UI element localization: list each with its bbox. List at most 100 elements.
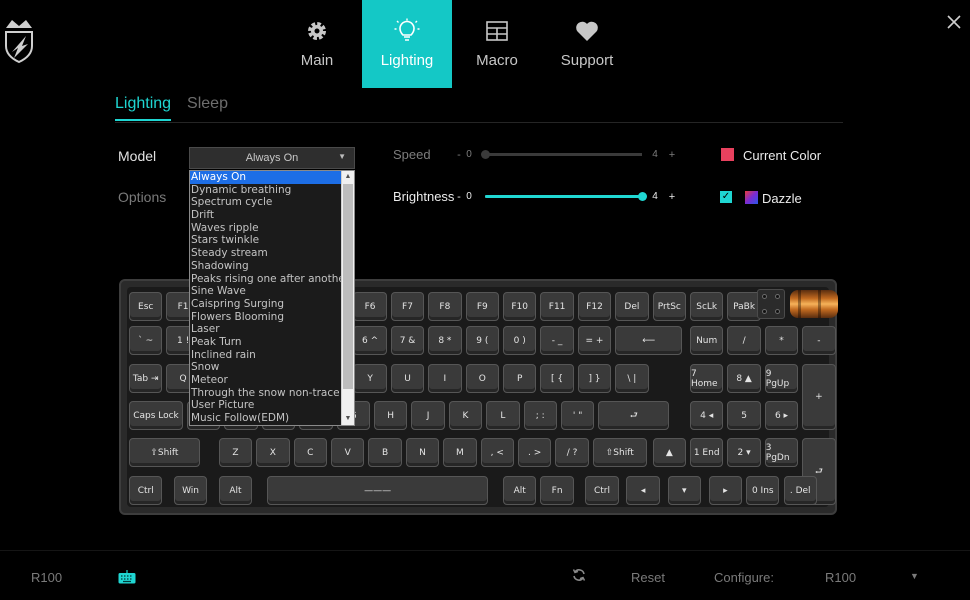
speed-slider-handle[interactable] [481,150,490,159]
speed-increase-button[interactable]: + [666,149,678,161]
key[interactable]: [ { [540,364,574,393]
subtab-sleep[interactable]: Sleep [187,95,228,121]
scroll-up-icon[interactable]: ▲ [342,171,354,183]
key[interactable]: K [448,401,483,430]
key[interactable]: 0 Ins [746,476,780,505]
key[interactable]: ▲ [652,438,686,467]
key[interactable]: ` ~ [129,326,163,355]
dropdown-option[interactable]: Inclined rain [190,349,341,362]
dropdown-option[interactable]: Spectrum cycle [190,196,341,209]
tab-macro[interactable]: Macro [452,0,542,88]
dropdown-option[interactable]: Always On [190,171,341,184]
key[interactable]: X [256,438,290,467]
key[interactable]: O [465,364,499,393]
dropdown-option[interactable]: Peaks rising one after another [190,273,349,286]
key[interactable]: Del [615,292,649,321]
dropdown-option[interactable]: Stars twinkle [190,234,341,247]
dropdown-option[interactable]: Peak Turn [190,336,341,349]
key[interactable]: Z [218,438,253,467]
key[interactable]: F8 [428,292,462,321]
dropdown-option[interactable]: Meteor [190,374,341,387]
dropdown-option[interactable]: Through the snow non-trace [190,387,341,400]
key[interactable]: / [727,326,761,355]
close-icon[interactable] [944,12,964,32]
key[interactable]: H [373,401,408,430]
key[interactable]: 3 PgDn [764,438,799,467]
tab-lighting[interactable]: Lighting [362,0,452,88]
key[interactable]: . > [517,438,552,467]
key[interactable]: Esc [129,292,163,321]
key[interactable]: Y [353,364,387,393]
key[interactable]: 2 ▾ [727,438,761,467]
dropdown-option[interactable]: Sine Wave [190,285,341,298]
key[interactable]: 8 ▲ [727,364,761,393]
key[interactable]: 5 [727,401,761,430]
dropdown-option[interactable]: Flowers Blooming [190,311,341,324]
key[interactable]: Alt [218,476,253,505]
key[interactable]: M [443,438,477,467]
key[interactable]: ◂ [626,476,660,505]
key[interactable]: 1 End [690,438,724,467]
key[interactable]: 0 ) [503,326,537,355]
key[interactable]: B [368,438,402,467]
key[interactable]: 7 & [390,326,425,355]
refresh-icon[interactable] [572,568,586,582]
key[interactable]: Ctrl [129,476,163,505]
key[interactable]: F7 [390,292,425,321]
key[interactable]: F6 [353,292,387,321]
key[interactable]: Ctrl [585,476,619,505]
key[interactable]: 6 ^ [353,326,387,355]
keyboard-icon[interactable] [118,570,136,584]
key[interactable]: + [802,364,836,430]
reset-button[interactable]: Reset [631,570,665,585]
brightness-slider-handle[interactable] [638,192,647,201]
key[interactable]: F10 [503,292,537,321]
tab-support[interactable]: Support [542,0,632,88]
key[interactable]: Win [173,476,208,505]
dazzle-checkbox[interactable]: ✓ [720,191,732,203]
key[interactable]: 7 Home [690,364,724,393]
key[interactable]: ▾ [667,476,701,505]
key[interactable]: ' " [560,401,595,430]
model-select[interactable]: Always On ▼ [189,147,355,169]
dropdown-option[interactable]: Caispring Surging [190,298,341,311]
key[interactable]: - _ [540,326,574,355]
key[interactable]: - [802,326,836,355]
key[interactable]: ▸ [708,476,743,505]
dropdown-option[interactable]: Snow [190,361,341,374]
key[interactable]: ——— [267,476,488,505]
key[interactable]: Fn [540,476,574,505]
key[interactable]: F12 [577,292,612,321]
key[interactable]: \ | [615,364,649,393]
brightness-slider[interactable] [485,192,647,201]
scrollbar-thumb[interactable] [343,184,353,389]
volume-roller[interactable] [790,290,838,318]
key[interactable]: ] } [577,364,612,393]
key[interactable]: PaBk [727,292,761,321]
key[interactable]: = + [577,326,612,355]
key[interactable]: L [486,401,520,430]
key[interactable]: F11 [540,292,574,321]
model-dropdown[interactable]: Always On Dynamic breathing Spectrum cycle… [189,170,355,426]
key[interactable]: , < [480,438,514,467]
speed-decrease-button[interactable]: - [453,149,465,161]
dropdown-option[interactable]: Laser [190,323,341,336]
key[interactable]: U [390,364,425,393]
key[interactable]: / ? [555,438,589,467]
key[interactable]: PrtSc [652,292,686,321]
key[interactable]: ; : [523,401,557,430]
brightness-increase-button[interactable]: + [666,191,678,203]
key[interactable]: I [428,364,462,393]
key[interactable]: Num [690,326,724,355]
dropdown-option[interactable]: Waves ripple [190,222,341,235]
chevron-down-icon[interactable]: ▼ [910,571,919,581]
key[interactable]: ⇧Shift [592,438,647,467]
dropdown-option[interactable]: Drift [190,209,341,222]
scroll-down-icon[interactable]: ▼ [342,413,354,425]
brightness-decrease-button[interactable]: - [453,191,465,203]
key[interactable]: ⇧Shift [129,438,200,467]
tab-main[interactable]: Main [272,0,362,88]
dropdown-option[interactable]: Music Follow(EDM) [190,412,341,425]
key[interactable]: 8 * [428,326,462,355]
dropdown-option[interactable]: User Picture [190,399,341,412]
